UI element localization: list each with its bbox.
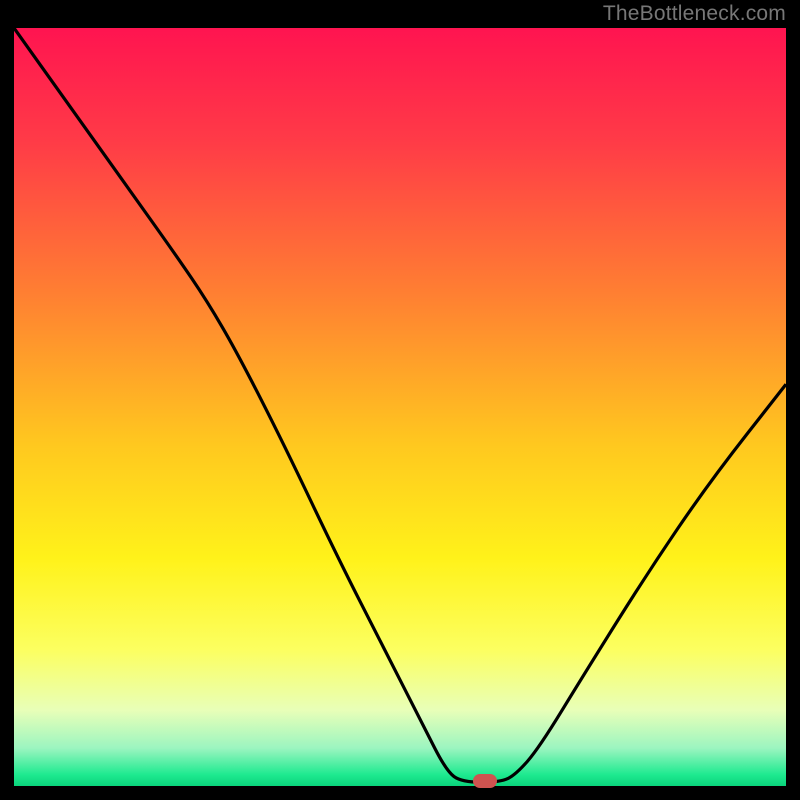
- chart-frame: [14, 28, 786, 786]
- attribution-text: TheBottleneck.com: [603, 2, 786, 26]
- optimal-point-marker: [473, 774, 497, 788]
- curve-path: [14, 28, 786, 782]
- bottleneck-curve: [14, 28, 786, 786]
- chart-plot-area: [14, 28, 786, 786]
